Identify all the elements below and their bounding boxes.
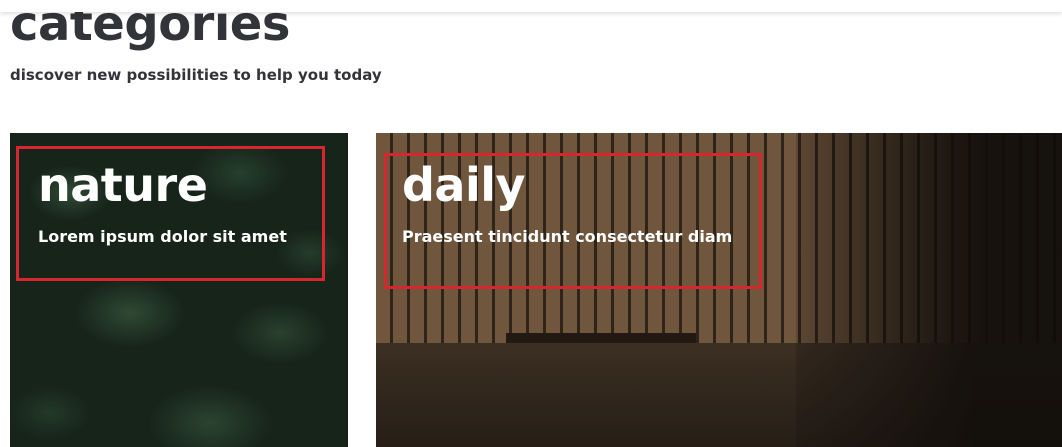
card-title: nature [38, 158, 208, 212]
card-title: daily [402, 158, 526, 212]
card-description: Praesent tincidunt consectetur diam [402, 227, 733, 246]
card-description: Lorem ipsum dolor sit amet [38, 227, 287, 246]
category-card-nature[interactable]: nature Lorem ipsum dolor sit amet [10, 133, 348, 447]
category-card-daily[interactable]: daily Praesent tincidunt consectetur dia… [376, 133, 1062, 447]
section-subtitle: discover new possibilities to help you t… [10, 66, 382, 84]
header-shadow-bar [0, 0, 1062, 12]
